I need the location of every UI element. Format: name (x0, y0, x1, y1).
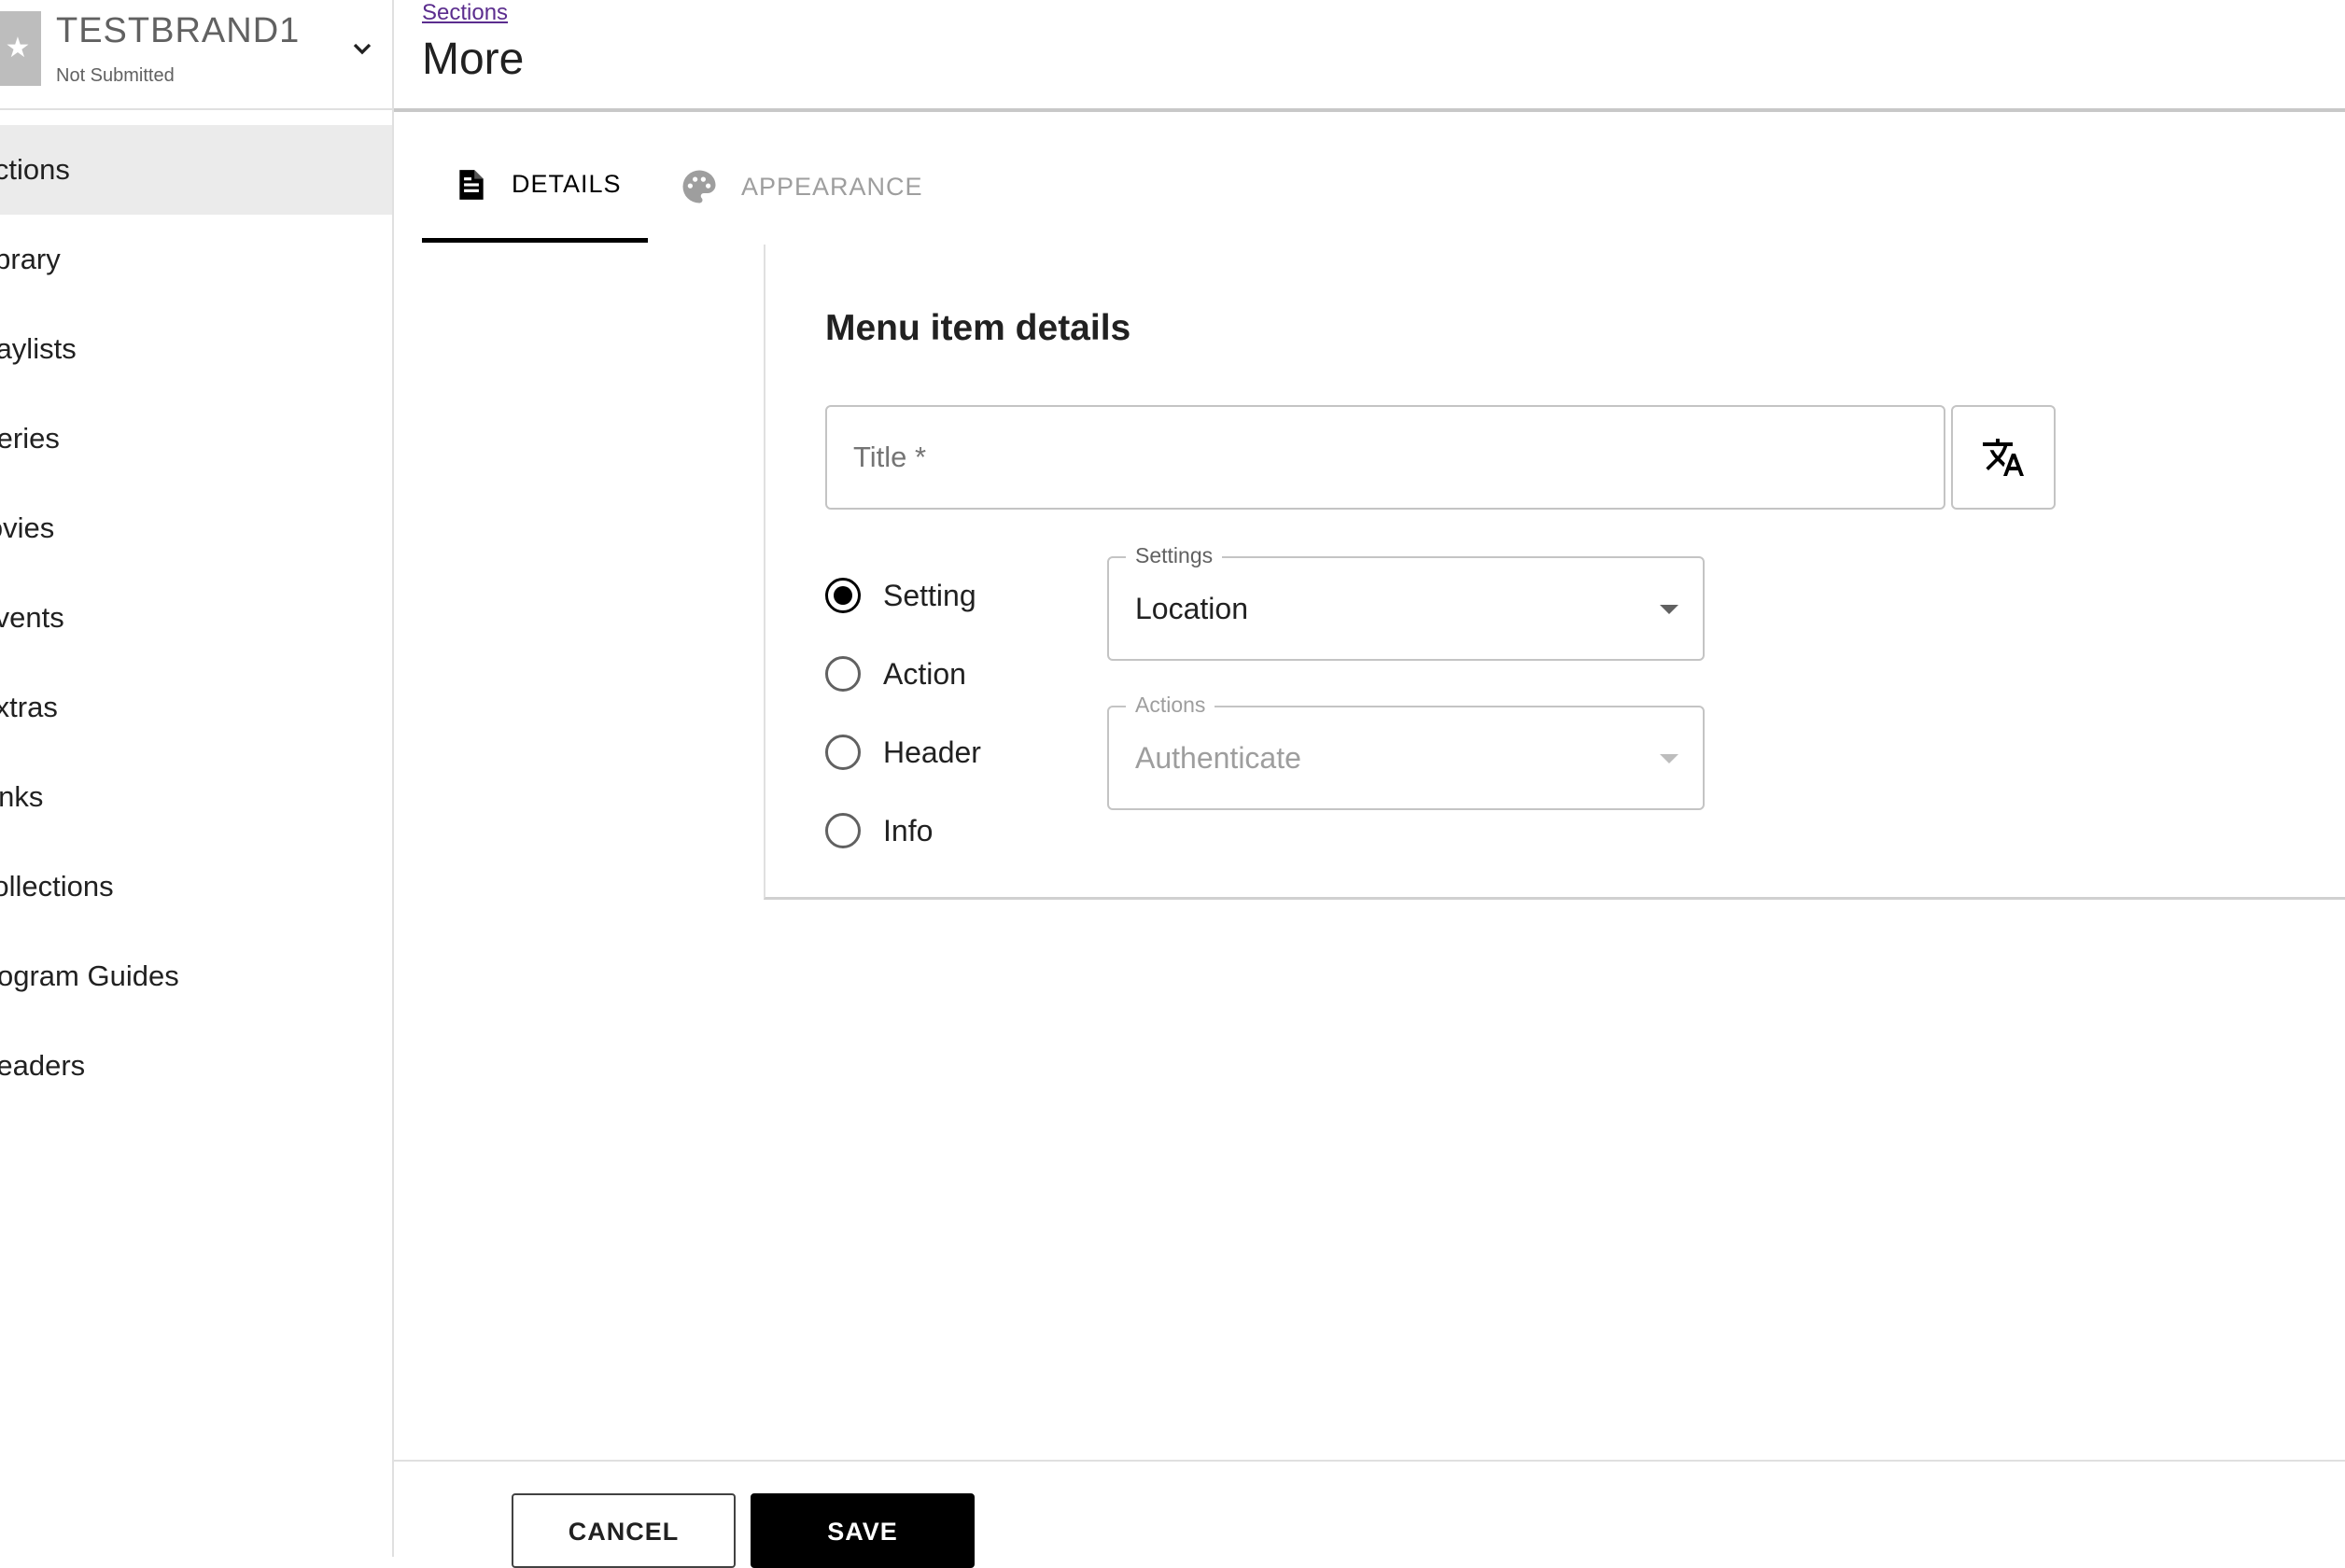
form-footer: CANCEL SAVE (394, 1460, 2345, 1568)
card-title: Menu item details (825, 308, 1131, 348)
menu-item-details-card: Menu item details Setting Action Header … (764, 245, 2345, 900)
tab-details-label: DETAILS (512, 170, 622, 198)
title-input[interactable] (825, 405, 1945, 510)
tab-appearance-label: APPEARANCE (741, 172, 923, 201)
sidebar-item-movies[interactable]: Movies (0, 483, 392, 573)
brand-status: Not Submitted (56, 65, 175, 86)
page-header: Sections More (394, 0, 2345, 112)
dropdown-arrow-icon (1660, 754, 1678, 763)
sidebar-item-playlists[interactable]: Playlists (0, 304, 392, 394)
radio-info-label: Info (883, 813, 934, 847)
sidebar-nav: Sections Library Playlists Series Movies… (0, 125, 392, 1111)
radio-setting-label: Setting (883, 578, 976, 612)
sidebar-item-sections[interactable]: Sections (0, 125, 392, 215)
save-button[interactable]: SAVE (751, 1493, 975, 1568)
tab-details[interactable]: DETAILS (422, 131, 648, 243)
tab-appearance[interactable]: APPEARANCE (680, 131, 923, 243)
radio-action-label: Action (883, 656, 966, 691)
dropdown-arrow-icon (1660, 605, 1678, 614)
page-title: More (422, 35, 525, 84)
sidebar: ★ TESTBRAND1 Not Submitted Sections Libr… (0, 0, 394, 1557)
sidebar-item-links[interactable]: Links (0, 752, 392, 842)
radio-header[interactable]: Header (825, 724, 981, 780)
breadcrumb-sections[interactable]: Sections (422, 0, 508, 26)
actions-select-value: Authenticate (1135, 741, 1301, 775)
radio-info[interactable]: Info (825, 803, 933, 859)
actions-select: Actions Authenticate (1107, 693, 1705, 810)
radio-action-control[interactable] (825, 656, 861, 692)
settings-select[interactable]: Settings Location (1107, 543, 1705, 661)
translate-button[interactable] (1951, 405, 2056, 510)
sidebar-item-program-guides[interactable]: Program Guides (0, 931, 392, 1021)
sidebar-item-library[interactable]: Library (0, 215, 392, 304)
radio-setting[interactable]: Setting (825, 567, 976, 623)
sidebar-item-events[interactable]: Events (0, 573, 392, 663)
sidebar-item-extras[interactable]: Extras (0, 663, 392, 752)
radio-setting-control[interactable] (825, 578, 861, 613)
radio-action[interactable]: Action (825, 646, 966, 702)
radio-info-control[interactable] (825, 813, 861, 848)
brand-logo: ★ (0, 11, 41, 86)
sidebar-item-collections[interactable]: Collections (0, 842, 392, 931)
settings-select-value: Location (1135, 592, 1248, 625)
chevron-down-icon[interactable] (347, 34, 377, 63)
radio-header-control[interactable] (825, 735, 861, 770)
radio-header-label: Header (883, 735, 981, 769)
document-icon (459, 169, 484, 200)
palette-icon (682, 170, 716, 203)
brand-switcher[interactable]: ★ TESTBRAND1 Not Submitted (0, 0, 392, 110)
sidebar-item-series[interactable]: Series (0, 394, 392, 483)
brand-name: TESTBRAND1 (56, 11, 301, 50)
sidebar-item-headers[interactable]: Headers (0, 1021, 392, 1111)
translate-icon (1983, 439, 2024, 476)
cancel-button[interactable]: CANCEL (512, 1493, 736, 1568)
